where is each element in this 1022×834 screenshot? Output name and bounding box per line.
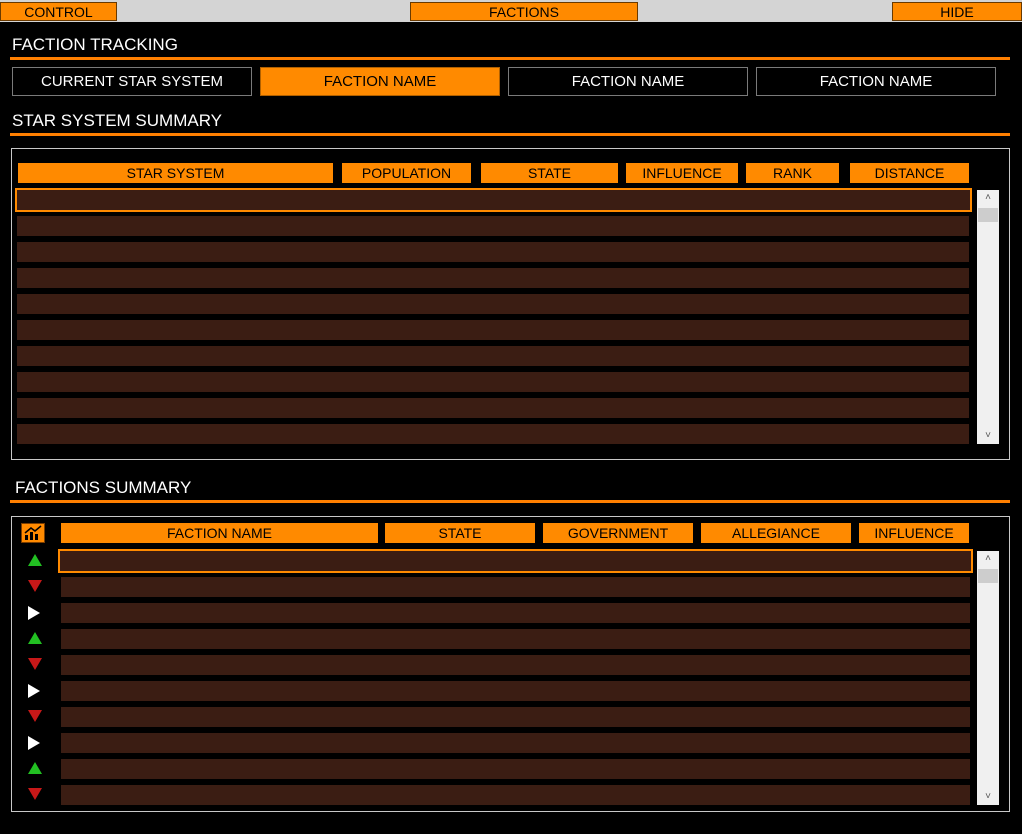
current-star-system-button[interactable]: CURRENT STAR SYSTEM (12, 67, 252, 96)
table-row[interactable] (61, 681, 970, 701)
hide-button[interactable]: HIDE (892, 2, 1022, 21)
scroll-up-icon[interactable]: ˄ (977, 551, 999, 567)
trend-flat-icon (28, 606, 44, 620)
trend-down-icon (28, 658, 44, 672)
factions-scrollbar[interactable]: ˄ ˅ (977, 551, 999, 805)
table-row[interactable] (17, 424, 969, 444)
faction-name-button[interactable]: FACTION NAME (508, 67, 748, 96)
column-header-government[interactable]: GOVERNMENT (543, 523, 693, 543)
scroll-thumb[interactable] (978, 569, 998, 583)
faction-tracking-divider (10, 57, 1010, 60)
table-row[interactable] (61, 733, 970, 753)
column-header-influence[interactable]: INFLUENCE (859, 523, 969, 543)
factions-table-panel: FACTION NAME STATE GOVERNMENT ALLEGIANCE INF… (11, 516, 1010, 812)
table-row[interactable] (61, 629, 970, 649)
scroll-thumb[interactable] (978, 208, 998, 222)
star-system-summary-title: STAR SYSTEM SUMMARY (12, 111, 223, 130)
column-header-state[interactable]: STATE (385, 523, 535, 543)
table-row[interactable] (61, 785, 970, 805)
table-row[interactable] (17, 398, 969, 418)
table-row[interactable] (17, 320, 969, 340)
table-row[interactable] (61, 655, 970, 675)
table-row[interactable] (61, 577, 970, 597)
table-row[interactable] (17, 372, 969, 392)
column-header-star-system[interactable]: STAR SYSTEM (18, 163, 333, 183)
scroll-down-icon[interactable]: ˅ (977, 789, 999, 805)
table-row[interactable] (15, 188, 972, 212)
trend-up-icon (28, 554, 44, 568)
trend-down-icon (28, 788, 44, 802)
star-system-scrollbar[interactable]: ˄ ˅ (977, 190, 999, 444)
trend-down-icon (28, 580, 44, 594)
star-system-table-panel: STAR SYSTEM POPULATION STATE INFLUENCE RANK D… (11, 148, 1010, 460)
column-header-rank[interactable]: RANK (746, 163, 839, 183)
trend-flat-icon (28, 684, 44, 698)
trend-up-icon (28, 632, 44, 646)
column-header-state[interactable]: STATE (481, 163, 618, 183)
faction-tracking-title: FACTION TRACKING (12, 35, 178, 54)
faction-name-button[interactable]: FACTION NAME (756, 67, 996, 96)
top-bar: CONTROL FACTIONS HIDE (0, 0, 1022, 22)
trend-up-icon (28, 762, 44, 776)
scroll-up-icon[interactable]: ˄ (977, 190, 999, 206)
column-header-influence[interactable]: INFLUENCE (626, 163, 738, 183)
factions-tab-button[interactable]: FACTIONS (410, 2, 638, 21)
control-tab-button[interactable]: CONTROL (0, 2, 117, 21)
column-header-allegiance[interactable]: ALLEGIANCE (701, 523, 851, 543)
trend-flat-icon (28, 736, 44, 750)
table-row[interactable] (61, 707, 970, 727)
table-row[interactable] (17, 268, 969, 288)
trend-down-icon (28, 710, 44, 724)
table-row[interactable] (61, 603, 970, 623)
table-row[interactable] (17, 242, 969, 262)
faction-name-button[interactable]: FACTION NAME (260, 67, 500, 96)
table-row[interactable] (17, 216, 969, 236)
factions-summary-title: FACTIONS SUMMARY (15, 478, 192, 497)
column-header-population[interactable]: POPULATION (342, 163, 471, 183)
factions-summary-divider (10, 500, 1010, 503)
column-header-faction-name[interactable]: FACTION NAME (61, 523, 378, 543)
chart-trend-icon[interactable] (21, 523, 45, 543)
star-system-summary-divider (10, 133, 1010, 136)
table-row[interactable] (17, 294, 969, 314)
table-row[interactable] (17, 346, 969, 366)
table-row[interactable] (58, 549, 973, 573)
column-header-distance[interactable]: DISTANCE (850, 163, 969, 183)
table-row[interactable] (61, 759, 970, 779)
scroll-down-icon[interactable]: ˅ (977, 428, 999, 444)
